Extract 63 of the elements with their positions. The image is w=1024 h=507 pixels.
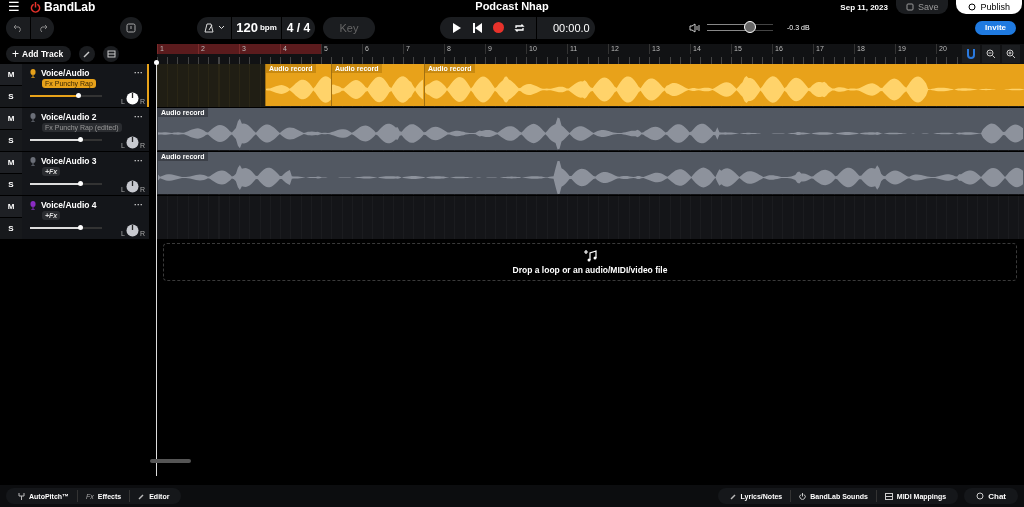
mute-button[interactable]: M: [0, 108, 22, 129]
time-signature-button[interactable]: 4 / 4: [281, 16, 315, 39]
last-saved-date: Sep 11, 2023: [840, 2, 888, 12]
more-options-button[interactable]: ···: [134, 155, 143, 167]
time-display: 00:00.0: [536, 16, 590, 39]
globe-icon: [968, 3, 977, 11]
more-options-button[interactable]: ···: [134, 67, 143, 79]
speaker-icon[interactable]: [689, 22, 701, 33]
skip-back-icon: [473, 22, 482, 33]
redo-icon: [37, 23, 48, 32]
metronome-icon: [203, 22, 214, 33]
save-icon: [905, 3, 914, 11]
caret-icon: [217, 25, 225, 30]
track-name: Voice/Audio 4: [41, 200, 97, 210]
mute-button[interactable]: M: [0, 152, 22, 173]
logo-icon: [30, 1, 41, 13]
mute-button[interactable]: M: [0, 64, 22, 85]
app-logo: BandLab: [44, 0, 96, 14]
record-icon: [493, 22, 504, 33]
play-icon: [452, 22, 461, 33]
project-title: Podcast Nhap: [475, 0, 549, 12]
master-volume-slider[interactable]: [707, 24, 773, 31]
tuning-fork-icon: [18, 492, 25, 500]
sampler-button[interactable]: [103, 46, 120, 62]
track-lane[interactable]: [157, 196, 1024, 240]
magnet-icon: [967, 49, 975, 59]
pan-knob-icon[interactable]: [125, 179, 139, 193]
more-options-button[interactable]: ···: [134, 111, 143, 123]
more-options-button[interactable]: ···: [134, 199, 143, 211]
chat-button[interactable]: Chat: [964, 488, 1018, 504]
scrollbar[interactable]: [150, 459, 191, 463]
logo-icon: [799, 492, 807, 500]
track-name: Voice/Audio: [41, 68, 90, 78]
wand-button[interactable]: [79, 46, 96, 62]
add-track-button[interactable]: + Add Track: [6, 46, 72, 62]
pan-knob-icon[interactable]: [125, 91, 139, 105]
chat-bubble-icon: [976, 492, 985, 500]
drop-zone[interactable]: Drop a loop or an audio/MIDI/video file: [163, 243, 1017, 281]
zoom-out-button[interactable]: [982, 45, 1000, 63]
track-name: Voice/Audio 3: [41, 156, 97, 166]
zoom-in-icon: [1006, 49, 1016, 59]
pan-knob-icon[interactable]: [125, 135, 139, 149]
waveform-drawing: [266, 73, 331, 106]
pencil-icon: [138, 492, 146, 500]
menu-icon[interactable]: ☰: [8, 1, 20, 13]
track-name: Voice/Audio 2: [41, 112, 97, 122]
pencil-icon: [729, 492, 737, 500]
loop-icon: [514, 22, 525, 33]
playhead-handle[interactable]: [154, 60, 159, 65]
panel-icon: [126, 22, 136, 33]
publish-button[interactable]: Publish: [956, 0, 1022, 14]
sampler-icon: [106, 50, 116, 58]
wand-icon: [83, 50, 92, 58]
drop-zone-text: Drop a loop or an audio/MIDI/video file: [512, 265, 668, 275]
snap-magnet-button[interactable]: [962, 45, 980, 63]
zoom-in-button[interactable]: [1002, 45, 1020, 63]
undo-icon: [13, 23, 23, 32]
mute-button[interactable]: M: [0, 196, 22, 217]
zoom-out-icon: [986, 49, 996, 59]
pan-knob-icon[interactable]: [125, 223, 139, 237]
music-note-add-icon: [583, 249, 597, 262]
panel-toggle-button[interactable]: [120, 16, 142, 39]
invite-button[interactable]: Invite: [975, 20, 1016, 35]
